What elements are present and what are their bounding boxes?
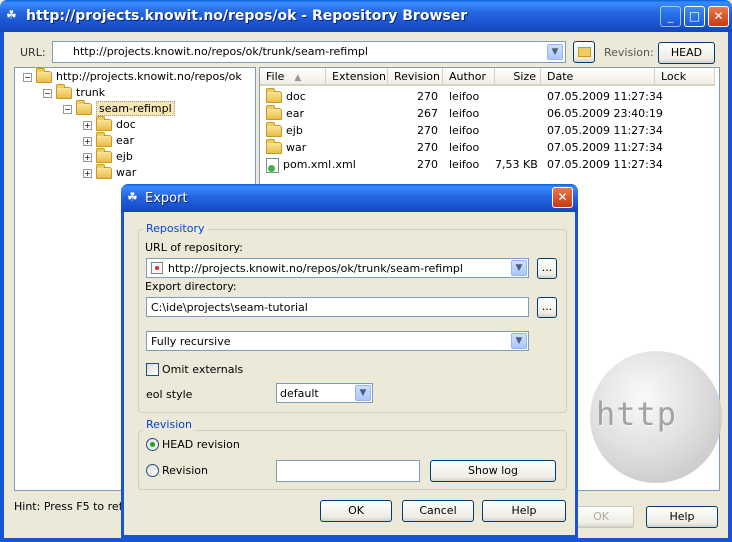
folder-icon (56, 84, 72, 99)
revision-label: Revision: (604, 46, 654, 59)
export-dialog-title: Export (145, 191, 188, 206)
eol-style-select[interactable]: default ▼ (276, 383, 373, 403)
folder-icon (266, 88, 282, 103)
folder-icon (96, 132, 112, 147)
watermark-text: http (596, 395, 678, 433)
export-directory-label: Export directory: (145, 280, 237, 293)
close-button[interactable]: ✕ (708, 6, 729, 27)
folder-icon (96, 116, 112, 131)
revision-number-input[interactable] (276, 460, 420, 482)
export-cancel-button[interactable]: Cancel (402, 500, 474, 522)
http-globe-watermark: http (590, 351, 722, 483)
revision-radio-label: Revision (162, 464, 208, 477)
url-value: http://projects.knowit.no/repos/ok/trunk… (73, 45, 368, 58)
table-row[interactable]: doc 270 leifoo 07.05.2009 11:27:34 (260, 88, 715, 105)
revision-group-label: Revision (143, 418, 195, 431)
revision-radio[interactable] (146, 464, 159, 477)
omit-externals-checkbox[interactable] (146, 363, 159, 376)
chevron-down-icon[interactable]: ▼ (547, 44, 563, 60)
chevron-down-icon[interactable]: ▼ (511, 260, 527, 276)
folder-icon (266, 139, 282, 154)
sort-ascending-icon: ▲ (294, 73, 302, 83)
depth-value: Fully recursive (151, 335, 231, 348)
table-row[interactable]: war 270 leifoo 07.05.2009 11:27:34 (260, 139, 715, 156)
folder-icon (96, 164, 112, 179)
head-revision-label: HEAD revision (162, 438, 240, 451)
browse-repository-button[interactable]: ... (537, 258, 557, 279)
column-header-size[interactable]: Size (495, 68, 541, 86)
tree-node-ear[interactable]: + ear (83, 132, 134, 149)
repository-url-combobox[interactable]: http://projects.knowit.no/repos/ok/trunk… (146, 258, 529, 278)
folder-icon (266, 122, 282, 137)
folder-open-icon (76, 100, 92, 115)
column-header-file[interactable]: File ▲ (260, 68, 326, 86)
url-label: URL: (20, 46, 46, 59)
browse-folder-button[interactable] (573, 41, 595, 63)
maximize-button[interactable]: □ (684, 6, 705, 27)
tree-node-seam-refimpl[interactable]: − seam-refimpl (63, 100, 175, 117)
column-header-revision[interactable]: Revision (388, 68, 443, 86)
tree-node-trunk[interactable]: − trunk (43, 84, 105, 101)
column-header-extension[interactable]: Extension (326, 68, 388, 86)
file-rows: doc 270 leifoo 07.05.2009 11:27:34 ear 2… (260, 88, 715, 178)
revision-head-button[interactable]: HEAD (658, 42, 715, 64)
url-of-repository-label: URL of repository: (145, 241, 243, 254)
tree-node-war[interactable]: + war (83, 164, 136, 181)
export-close-button[interactable]: ✕ (552, 187, 573, 208)
repository-url-value: http://projects.knowit.no/repos/ok/trunk… (168, 262, 463, 275)
column-header-author[interactable]: Author (443, 68, 495, 86)
export-dialog: Repository URL of repository: http://pro… (121, 212, 578, 538)
folder-icon (96, 148, 112, 163)
column-header-lock[interactable]: Lock (655, 68, 715, 86)
hint-text: Hint: Press F5 to refre (14, 500, 134, 513)
main-titlebar: ☘ http://projects.knowit.no/repos/ok - R… (0, 0, 732, 32)
window-title: http://projects.knowit.no/repos/ok - Rep… (26, 8, 468, 24)
tortoise-app-icon: ☘ (127, 190, 138, 204)
table-row[interactable]: pom.xml .xml 270 leifoo 7,53 KB 07.05.20… (260, 156, 715, 173)
show-log-button[interactable]: Show log (430, 460, 556, 482)
export-ok-button[interactable]: OK (320, 500, 392, 522)
chevron-down-icon[interactable]: ▼ (511, 333, 527, 349)
folder-icon (266, 105, 282, 120)
main-help-button[interactable]: Help (646, 506, 718, 528)
eol-style-label: eol style (146, 388, 193, 401)
depth-select[interactable]: Fully recursive ▼ (146, 331, 529, 351)
repository-icon (151, 262, 163, 274)
tree-node-doc[interactable]: + doc (83, 116, 136, 133)
table-row[interactable]: ejb 270 leifoo 07.05.2009 11:27:34 (260, 122, 715, 139)
minimize-button[interactable]: _ (660, 6, 681, 27)
eol-style-value: default (280, 387, 319, 400)
omit-externals-label: Omit externals (162, 363, 244, 376)
chevron-down-icon[interactable]: ▼ (355, 385, 371, 401)
folder-up-icon (578, 47, 591, 57)
export-directory-input[interactable]: C:\ide\projects\seam-tutorial (146, 297, 529, 317)
export-dialog-titlebar: ☘ Export ✕ (121, 184, 578, 212)
table-row[interactable]: ear 267 leifoo 06.05.2009 23:40:19 (260, 105, 715, 122)
tree-node-root[interactable]: − http://projects.knowit.no/repos/ok (23, 68, 242, 85)
tortoise-app-icon: ☘ (6, 8, 17, 22)
head-revision-radio[interactable] (146, 438, 159, 451)
column-header-date[interactable]: Date (541, 68, 655, 86)
export-directory-value: C:\ide\projects\seam-tutorial (151, 301, 308, 314)
repository-group-label: Repository (143, 222, 208, 235)
xml-file-icon (266, 157, 279, 173)
browse-directory-button[interactable]: ... (537, 297, 557, 318)
folder-icon (36, 68, 52, 83)
url-combobox[interactable]: http://projects.knowit.no/repos/ok/trunk… (52, 41, 566, 63)
tree-node-ejb[interactable]: + ejb (83, 148, 133, 165)
export-help-button[interactable]: Help (482, 500, 566, 522)
